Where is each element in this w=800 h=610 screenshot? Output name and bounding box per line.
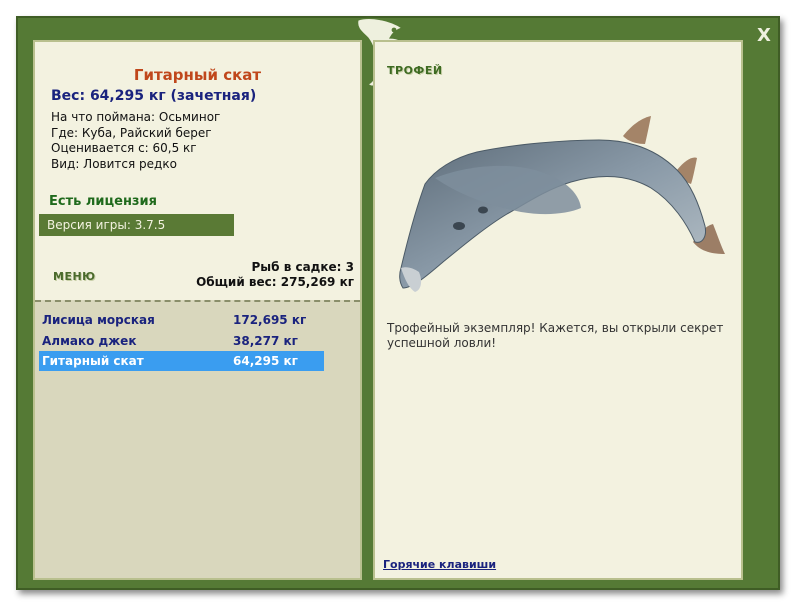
fish-kind: Вид: Ловится редко (51, 156, 177, 171)
catch-weight: 172,695 кг (233, 313, 307, 327)
guitarfish-image (399, 116, 725, 292)
total-weight: Общий вес: 275,269 кг (196, 275, 354, 289)
catch-row-selected[interactable]: Гитарный скат 64,295 кг (39, 351, 324, 371)
hotkeys-link[interactable]: Горячие клавиши (383, 558, 496, 571)
fish-title: Гитарный скат (133, 66, 262, 84)
catch-list: Лисица морская 172,695 кг Алмако джек 38… (35, 300, 360, 578)
trophy-panel: ТРОФЕЙ Трофейный экземпляр! Кажется, вы … (373, 40, 743, 580)
trophy-message: Трофейный экземпляр! Кажется, вы открыли… (387, 321, 724, 350)
catch-name: Гитарный скат (42, 354, 144, 368)
fish-bait: На что поймана: Осьминог (51, 110, 221, 124)
catch-name: Лисица морская (42, 313, 155, 327)
catch-name: Алмако джек (42, 334, 137, 348)
fish-weight: Вес: 64,295 кг (зачетная) (51, 88, 257, 104)
fish-location: Где: Куба, Райский берег (51, 125, 212, 140)
catch-row[interactable]: Лисица морская 172,695 кг (39, 310, 324, 330)
close-button[interactable]: X (753, 24, 775, 46)
fish-details: На что поймана: Осьминог Где: Куба, Райс… (51, 110, 220, 172)
catch-weight: 64,295 кг (233, 354, 298, 368)
catch-row[interactable]: Алмако джек 38,277 кг (39, 331, 324, 351)
fish-count: Рыб в садке: 3 (251, 260, 355, 274)
fish-info-panel: Гитарный скат Вес: 64,295 кг (зачетная) … (33, 40, 362, 580)
menu-button[interactable]: МЕНЮ (53, 270, 96, 283)
keepnet-stats: Рыб в садке: 3 Общий вес: 275,269 кг (196, 260, 354, 290)
catch-weight: 38,277 кг (233, 334, 298, 348)
game-version: Версия игры: 3.7.5 (39, 214, 234, 236)
fish-value: Оценивается с: 60,5 кг (51, 141, 197, 155)
license-status: Есть лицензия (49, 194, 157, 209)
